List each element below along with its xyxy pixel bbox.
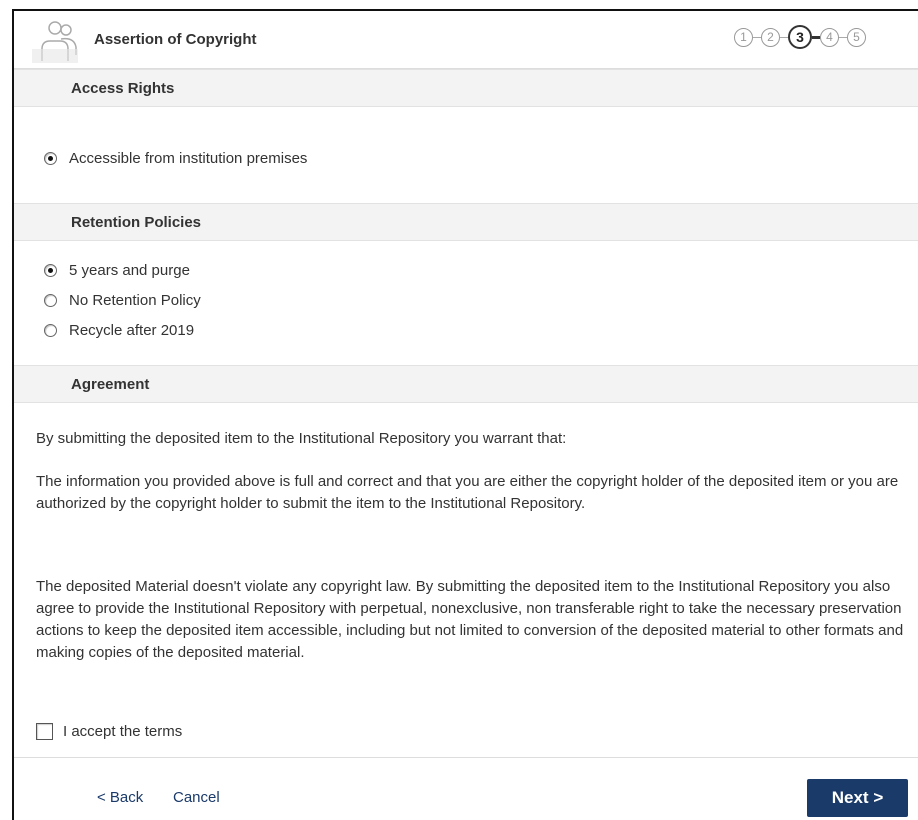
step-connector <box>753 36 761 38</box>
radio-label: 5 years and purge <box>69 262 190 279</box>
accept-terms-row[interactable]: I accept the terms <box>36 723 182 740</box>
radio-button[interactable] <box>44 264 57 277</box>
step-indicator: 1 2 3 4 5 <box>734 23 866 51</box>
section-access-rights: Access Rights <box>14 69 918 107</box>
radio-button[interactable] <box>44 294 57 307</box>
wizard-panel: Assertion of Copyright 1 2 3 4 5 Access … <box>12 9 918 820</box>
agreement-paragraph-1: The information you provided above is fu… <box>36 473 899 512</box>
accept-terms-label: I accept the terms <box>63 723 183 740</box>
radio-5-years-purge[interactable]: 5 years and purge <box>44 262 190 279</box>
step-1: 1 <box>734 27 753 47</box>
step-3-current: 3 <box>788 25 812 49</box>
step-2: 2 <box>761 27 780 47</box>
radio-button[interactable] <box>44 152 57 165</box>
step-connector <box>780 36 788 38</box>
radio-label: No Retention Policy <box>69 292 201 309</box>
step-5: 5 <box>847 27 866 47</box>
section-heading: Access Rights <box>71 80 175 97</box>
page-title: Assertion of Copyright <box>94 31 257 48</box>
cancel-link[interactable]: Cancel <box>173 789 220 806</box>
radio-button[interactable] <box>44 324 57 337</box>
section-heading: Retention Policies <box>71 214 202 231</box>
step-connector <box>839 36 847 38</box>
next-button[interactable]: Next > <box>807 779 908 817</box>
step-4: 4 <box>820 27 839 47</box>
users-icon <box>32 21 78 63</box>
radio-label: Accessible from institution premises <box>69 150 308 167</box>
radio-accessible-premises[interactable]: Accessible from institution premises <box>44 150 307 167</box>
step-connector <box>812 35 820 39</box>
section-retention-policies: Retention Policies <box>14 203 918 241</box>
wizard-header: Assertion of Copyright 1 2 3 4 5 <box>14 11 918 69</box>
agreement-paragraph-2: The deposited Material doesn't violate a… <box>36 578 904 661</box>
agreement-intro: By submitting the deposited item to the … <box>36 430 567 447</box>
footer-divider <box>14 757 918 758</box>
section-agreement: Agreement <box>14 365 918 403</box>
radio-recycle-2019[interactable]: Recycle after 2019 <box>44 322 194 339</box>
back-link[interactable]: < Back <box>97 789 143 806</box>
accept-terms-checkbox[interactable] <box>36 723 53 740</box>
radio-label: Recycle after 2019 <box>69 322 195 339</box>
radio-no-retention[interactable]: No Retention Policy <box>44 292 201 309</box>
section-heading: Agreement <box>71 376 150 393</box>
